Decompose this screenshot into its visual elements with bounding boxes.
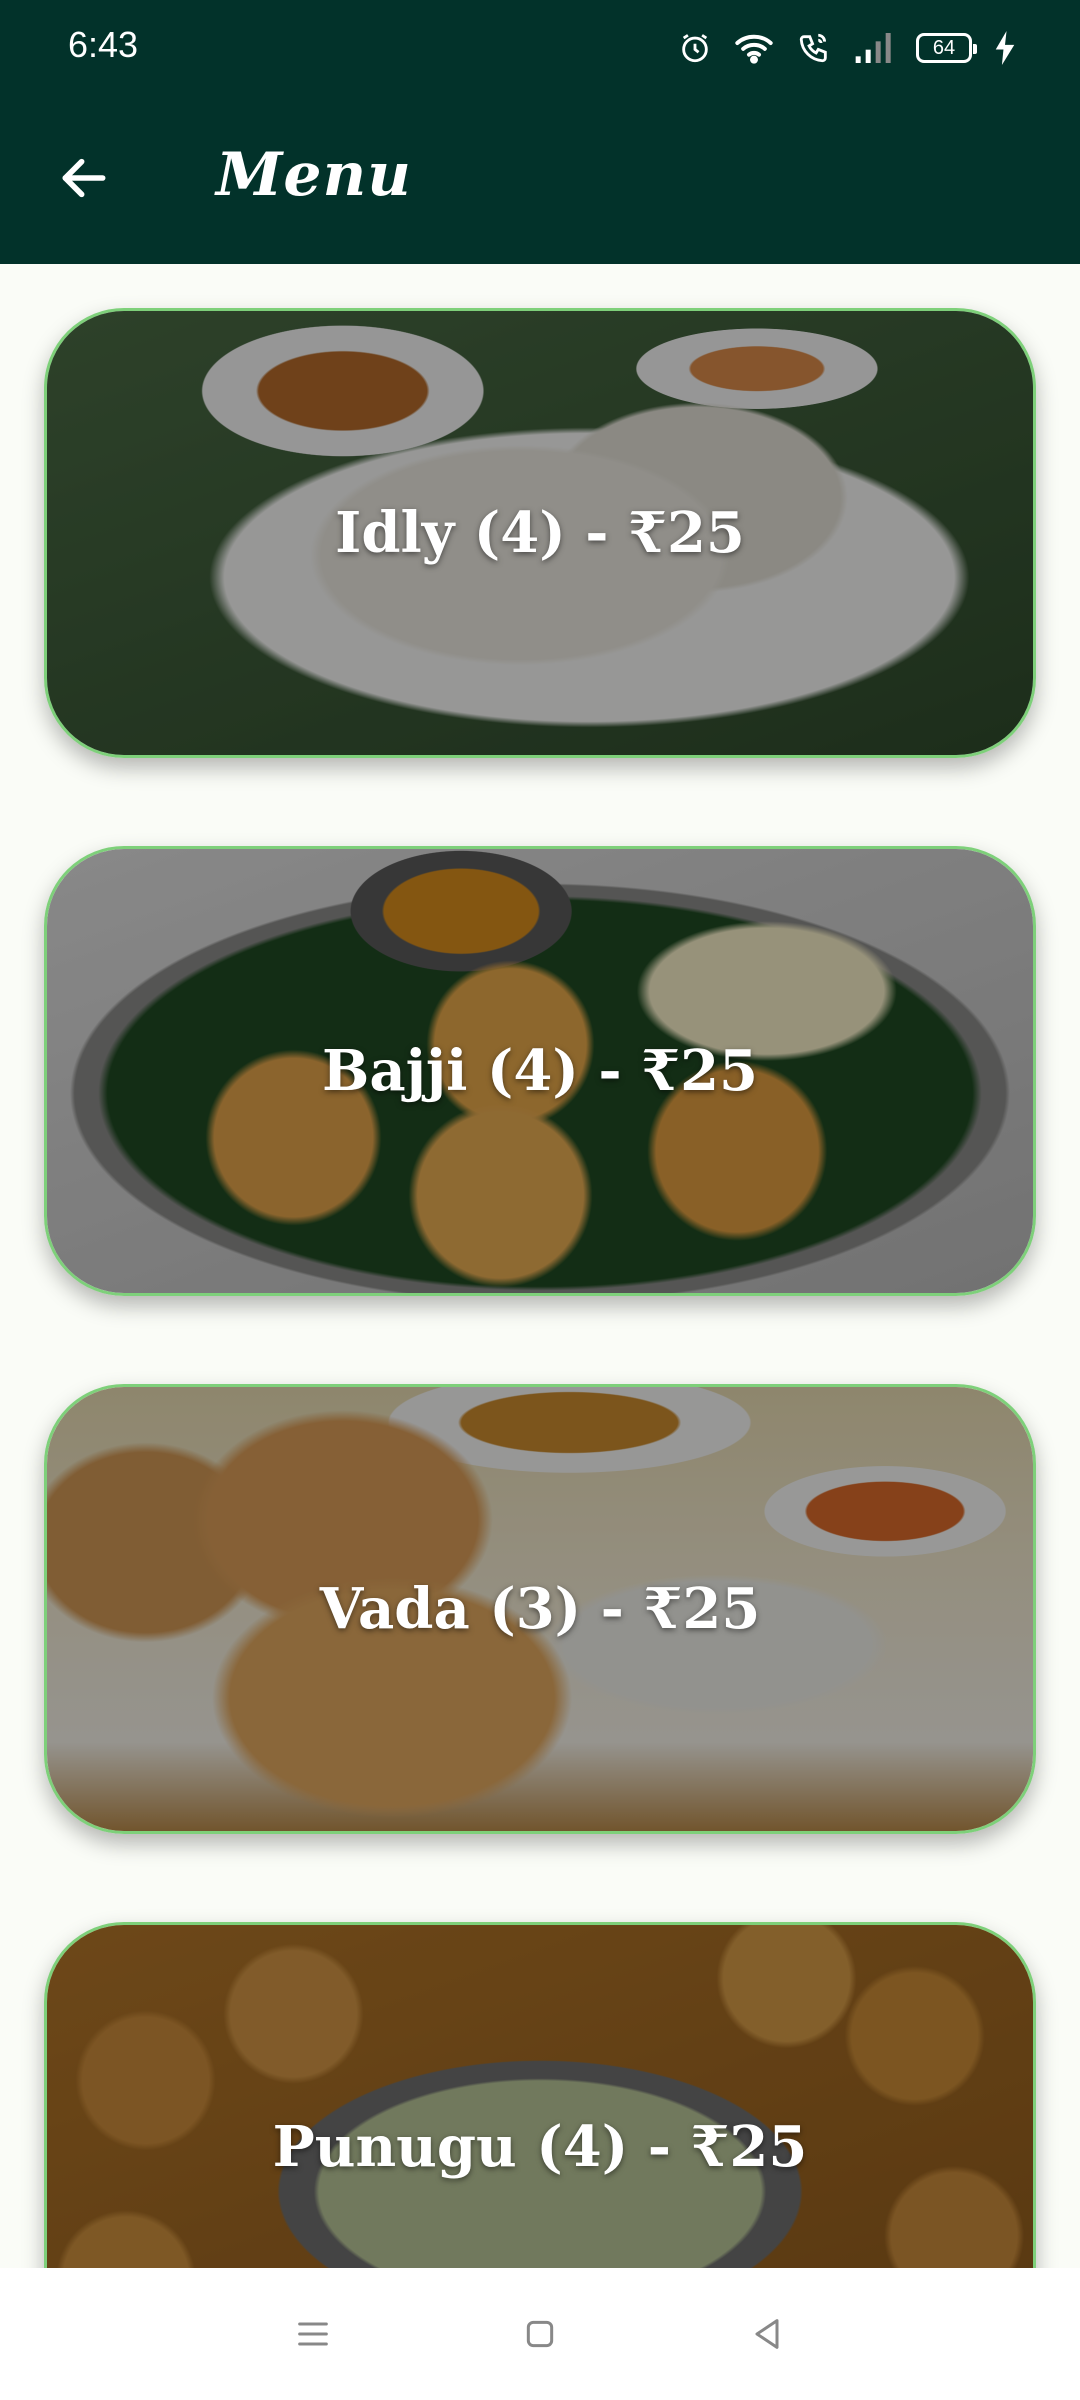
battery-icon: 64	[916, 33, 977, 63]
menu-list[interactable]: Idly (4) - ₹25 Bajji (4) - ₹25 Vada (3) …	[0, 264, 1080, 2268]
menu-icon	[298, 2322, 329, 2346]
charging-icon	[995, 31, 1015, 65]
alarm-icon	[682, 34, 708, 63]
system-nav-bar	[0, 2268, 1080, 2400]
page-title: Menu	[216, 140, 412, 210]
back-button[interactable]	[40, 134, 128, 222]
status-bar: 6:43 64	[0, 0, 1080, 96]
wifi-call-icon	[799, 33, 827, 63]
menu-item-punugu[interactable]: Punugu (4) - ₹25	[44, 1922, 1036, 2268]
back-icon	[755, 2319, 779, 2349]
menu-item-label: Bajji (4) - ₹25	[322, 1038, 758, 1104]
status-icons: 64	[678, 26, 1016, 70]
menu-item-label: Vada (3) - ₹25	[319, 1576, 761, 1642]
app-bar: Menu	[0, 96, 1080, 264]
wifi-icon	[735, 34, 773, 64]
home-button[interactable]	[500, 2294, 580, 2374]
battery-level: 64	[932, 36, 956, 59]
nav-back-button[interactable]	[727, 2294, 807, 2374]
menu-item-label: Punugu (4) - ₹25	[272, 2114, 808, 2180]
menu-item-bajji[interactable]: Bajji (4) - ₹25	[44, 846, 1036, 1296]
home-icon	[526, 2320, 554, 2348]
menu-item-label: Idly (4) - ₹25	[335, 500, 745, 566]
status-time: 6:43	[68, 24, 139, 65]
arrow-left-icon	[62, 158, 106, 198]
menu-item-vada[interactable]: Vada (3) - ₹25	[44, 1384, 1036, 1834]
signal-icon	[855, 33, 891, 63]
menu-item-idly[interactable]: Idly (4) - ₹25	[44, 308, 1036, 758]
recents-button[interactable]	[273, 2294, 353, 2374]
